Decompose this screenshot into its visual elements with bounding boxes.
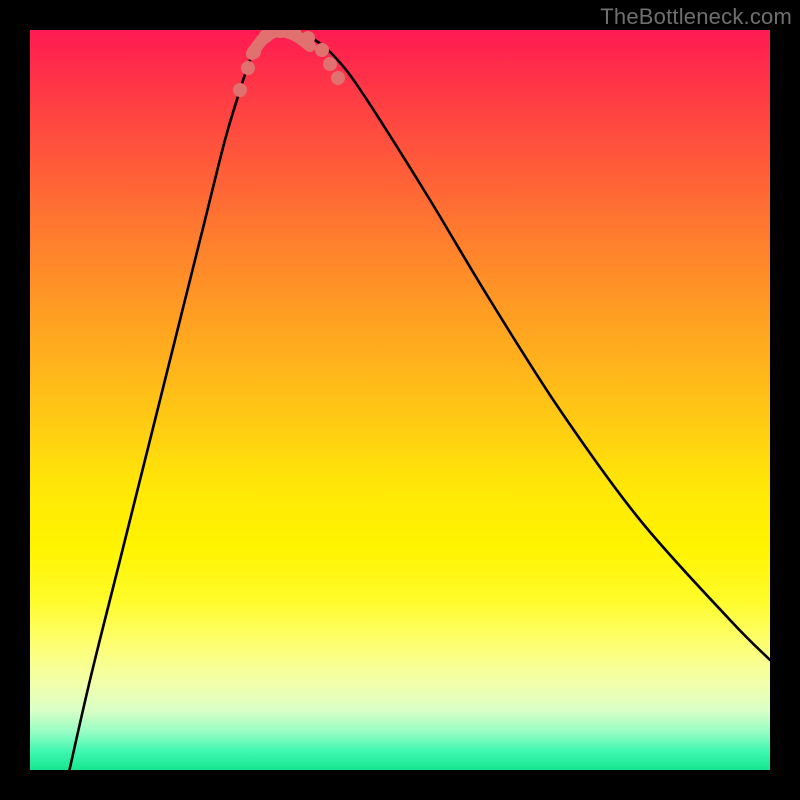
- watermark-text: TheBottleneck.com: [600, 4, 792, 30]
- highlight-dot: [241, 61, 255, 75]
- highlight-dot: [233, 83, 247, 97]
- highlight-dot: [331, 71, 345, 85]
- highlight-dot: [301, 31, 315, 45]
- highlight-dot: [323, 57, 337, 71]
- chart-frame: [30, 30, 770, 770]
- highlight-dots-group: [233, 30, 345, 97]
- bottleneck-curve-svg: [30, 30, 770, 770]
- bottleneck-curve-path: [65, 32, 770, 770]
- highlight-dot: [247, 45, 261, 59]
- highlight-dot: [315, 43, 329, 57]
